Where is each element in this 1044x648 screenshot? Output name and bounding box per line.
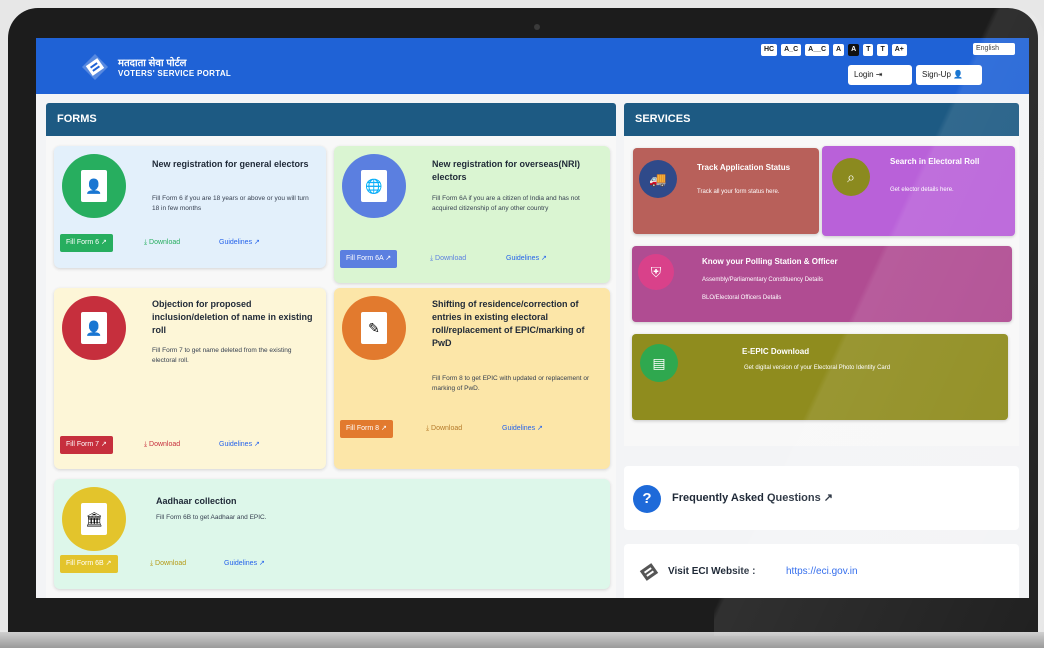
brand-title: VOTERS' SERVICE PORTAL (118, 69, 232, 78)
form-7-badge: 👤 (62, 296, 126, 360)
e-epic-desc: Get digital version of your Electoral Ph… (744, 365, 891, 371)
form-document-icon: 👤 (81, 170, 107, 202)
eci-logo-icon (82, 54, 108, 80)
form-7-download-link[interactable]: ⤓ Download (144, 436, 180, 454)
a11y-toggle-1[interactable]: A_C (781, 44, 802, 56)
brand-hindi: मतदाता सेवा पोर्टल (118, 58, 187, 69)
question-icon: ? (633, 485, 661, 513)
a11y-toggle-2[interactable]: A__C (805, 44, 830, 56)
faq-link[interactable]: Frequently Asked Questions ↗ (672, 491, 833, 504)
form-6a-badge: 🌐 (342, 154, 406, 218)
search-electoral-roll-card[interactable]: ⌕ Search in Electoral Roll Get elector d… (822, 146, 1015, 236)
fill-form-6a-button[interactable]: Fill Form 6A ↗ (340, 250, 398, 268)
form-card-8: ✎ Shifting of residence/correction of en… (334, 288, 610, 469)
form-6-download-link[interactable]: ⤓ Download (144, 234, 180, 252)
form-7-desc: Fill Form 7 to get name deleted from the… (152, 347, 292, 364)
fill-form-6b-button[interactable]: Fill Form 6B ↗ (60, 555, 118, 573)
accessibility-toolbar: HC A_C A__C A A T T A+ (761, 44, 907, 56)
form-6a-guidelines-link[interactable]: Guidelines ↗ (506, 250, 547, 268)
language-select[interactable]: English (973, 43, 1015, 55)
faq-link-box[interactable]: ? Frequently Asked Questions ↗ (624, 466, 1019, 530)
form-8-title: Shifting of residence/correction of entr… (432, 299, 585, 348)
polling-officer-desc: BLO/Electoral Officers Details (702, 295, 782, 301)
form-6b-badge: 🏛 (62, 487, 126, 551)
eci-website-link[interactable]: https://eci.gov.in (786, 566, 858, 577)
form-6b-title: Aadhaar collection (156, 496, 237, 506)
forms-panel: 👤 New registration for general electors … (46, 136, 616, 598)
polling-station-card[interactable]: ⛨ Know your Polling Station & Officer As… (632, 246, 1012, 322)
text-size-large-button[interactable]: A+ (891, 44, 907, 56)
form-card-6: 👤 New registration for general electors … (54, 146, 326, 268)
high-contrast-button[interactable]: HC (761, 44, 778, 56)
browser-screen: मतदाता सेवा पोर्टल VOTERS' SERVICE PORTA… (36, 38, 1029, 598)
e-epic-download-card[interactable]: ▤ E-EPIC Download Get digital version of… (632, 334, 1008, 420)
fill-form-8-button[interactable]: Fill Form 8 ↗ (340, 420, 393, 438)
fill-form-7-button[interactable]: Fill Form 7 ↗ (60, 436, 113, 454)
polling-station-title: Know your Polling Station & Officer (702, 257, 838, 266)
form-7-guidelines-link[interactable]: Guidelines ↗ (219, 436, 260, 454)
form-6-title: New registration for general electors (152, 159, 309, 169)
globe-document-icon: 🌐 (361, 170, 387, 202)
form-card-7: 👤 Objection for proposed inclusion/delet… (54, 288, 326, 469)
services-panel: 🚚 Track Application Status Track all you… (624, 136, 1019, 446)
font-dark-button[interactable]: A (848, 44, 860, 56)
e-epic-title: E-EPIC Download (742, 347, 810, 356)
form-7-title: Objection for proposed inclusion/deletio… (152, 299, 313, 335)
form-8-desc: Fill Form 8 to get EPIC with updated or … (432, 375, 590, 392)
login-button[interactable]: Login ⇥ (848, 65, 912, 85)
fill-form-6-button[interactable]: Fill Form 6 ↗ (60, 234, 113, 252)
polling-station-desc: Assembly/Parliamentary Constituency Deta… (702, 277, 824, 283)
edit-document-icon: ✎ (361, 312, 387, 344)
signup-button[interactable]: Sign-Up 👤 (916, 65, 982, 85)
form-6-desc: Fill Form 6 if you are 18 years or above… (152, 195, 309, 212)
form-6-guidelines-link[interactable]: Guidelines ↗ (219, 234, 260, 252)
text-size-medium-button[interactable]: T (877, 44, 888, 56)
form-6b-download-link[interactable]: ⤓ Download (150, 555, 186, 573)
camera-dot (534, 24, 540, 30)
form-8-badge: ✎ (342, 296, 406, 360)
form-6b-desc: Fill Form 6B to get Aadhaar and EPIC. (156, 514, 267, 521)
form-card-6b: 🏛 Aadhaar collection Fill Form 6B to get… (54, 479, 610, 589)
shield-icon: ⛨ (638, 254, 674, 290)
eci-website-label: Visit ECI Website : (668, 566, 756, 577)
services-section-header: SERVICES (624, 103, 1019, 136)
top-navbar: मतदाता सेवा पोर्टल VOTERS' SERVICE PORTA… (36, 38, 1029, 94)
eci-website-box: Visit ECI Website : https://eci.gov.in (624, 544, 1019, 598)
forms-section-header: FORMS (46, 103, 616, 136)
eci-logo-icon (639, 563, 659, 581)
form-8-guidelines-link[interactable]: Guidelines ↗ (502, 420, 543, 438)
form-card-6a: 🌐 New registration for overseas(NRI) ele… (334, 146, 610, 283)
form-8-download-link[interactable]: ⤓ Download (426, 420, 462, 438)
search-roll-title: Search in Electoral Roll (890, 157, 980, 166)
form-6-badge: 👤 (62, 154, 126, 218)
truck-icon: 🚚 (639, 160, 677, 198)
font-normal-button[interactable]: A (833, 44, 845, 56)
form-6a-desc: Fill Form 6A if you are a citizen of Ind… (432, 195, 580, 212)
track-application-title: Track Application Status (697, 163, 791, 172)
laptop-base (0, 632, 1044, 648)
track-application-card[interactable]: 🚚 Track Application Status Track all you… (633, 148, 819, 234)
form-6b-guidelines-link[interactable]: Guidelines ↗ (224, 555, 265, 573)
form-6a-title: New registration for overseas(NRI) elect… (432, 159, 581, 182)
id-card-icon: ▤ (640, 344, 678, 382)
aadhaar-document-icon: 🏛 (81, 503, 107, 535)
form-6a-download-link[interactable]: ⤓ Download (430, 250, 466, 268)
form-document-icon: 👤 (81, 312, 107, 344)
search-roll-desc: Get elector details here. (890, 187, 954, 193)
text-size-small-button[interactable]: T (863, 44, 874, 56)
search-person-icon: ⌕ (832, 158, 870, 196)
track-application-desc: Track all your form status here. (697, 189, 780, 195)
